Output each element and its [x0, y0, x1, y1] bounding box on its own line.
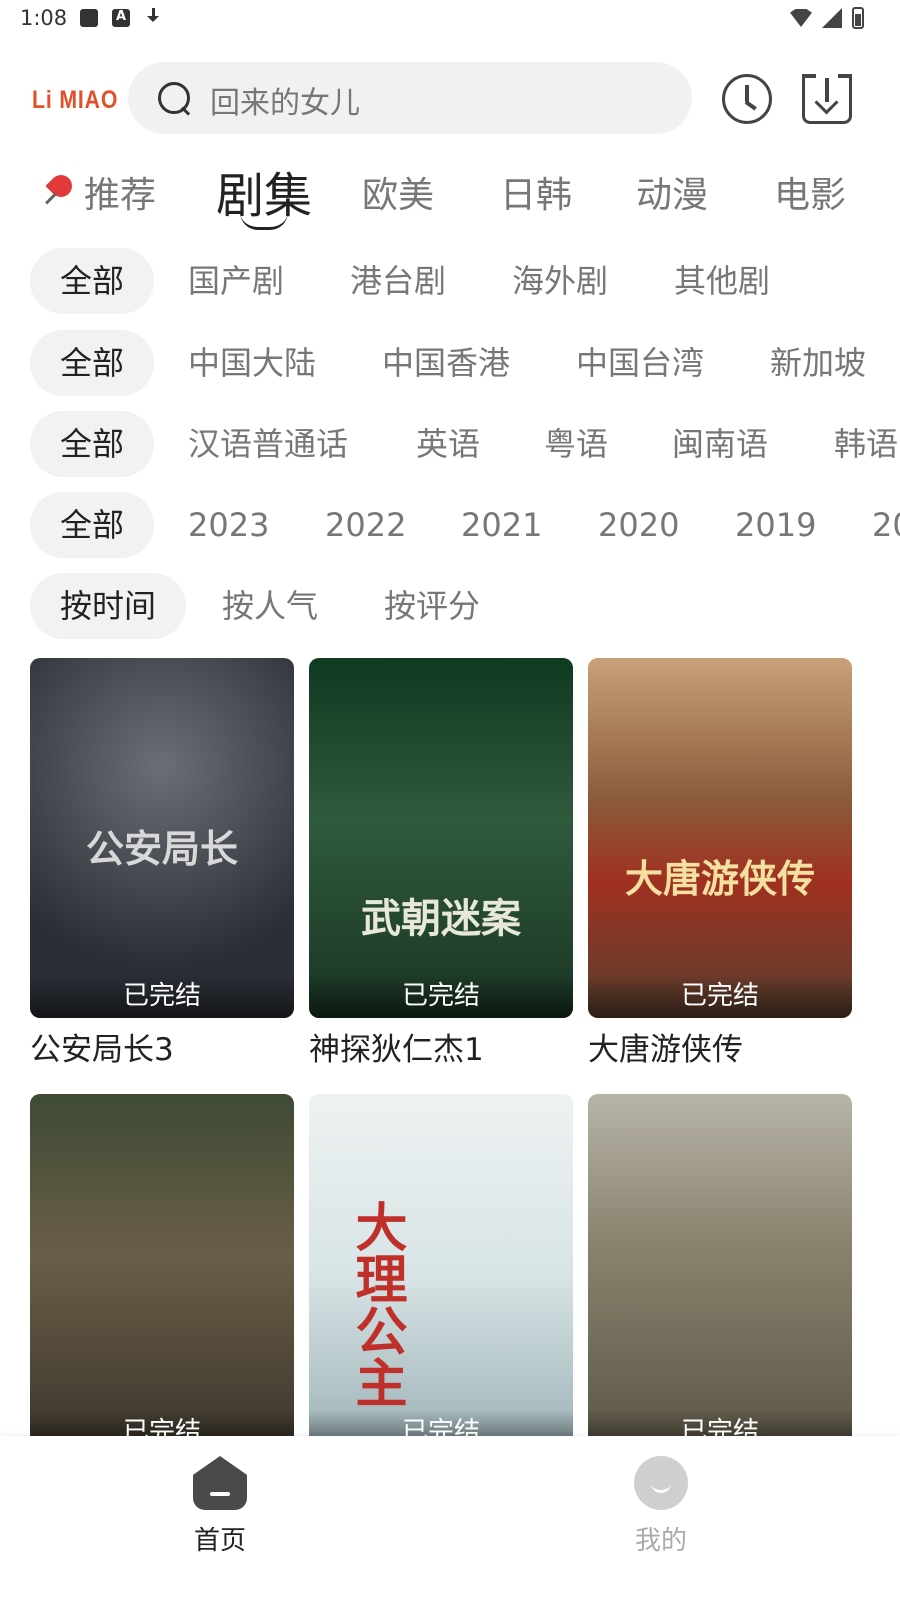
poster-art-text: 公安局长: [85, 826, 238, 871]
filter-chip[interactable]: 闽南语: [672, 411, 768, 477]
download-icon[interactable]: [802, 74, 852, 124]
poster-art-text: 武朝迷案: [361, 895, 521, 942]
media-card[interactable]: 已完结: [30, 1094, 294, 1454]
poster-image: 大理公主 已完结: [309, 1094, 573, 1454]
search-bar[interactable]: 回来的女儿: [128, 62, 692, 134]
signal-icon: [822, 8, 842, 28]
filter-chip[interactable]: 2019: [735, 492, 816, 558]
tab-anime[interactable]: 动漫: [636, 166, 708, 218]
status-badge: 已完结: [30, 974, 294, 1018]
header: Li MIAO 回来的女儿: [0, 62, 900, 136]
download-icon-part: [838, 74, 852, 78]
filter-chip[interactable]: 新加坡: [770, 330, 866, 396]
filter-chip[interactable]: 2022: [325, 492, 406, 558]
category-tabs: 推荐 剧集 欧美 日韩 动漫 电影: [0, 160, 900, 230]
filter-chip[interactable]: 全部: [30, 492, 155, 558]
status-badge: 已完结: [588, 974, 852, 1018]
filter-chip[interactable]: 全部: [30, 411, 155, 477]
filter-chip[interactable]: 韩语: [834, 411, 898, 477]
filter-chip[interactable]: 港台剧: [350, 248, 446, 314]
media-card[interactable]: 武朝迷案 已完结 神探狄仁杰1: [309, 658, 573, 1069]
card-title: 大唐游侠传: [588, 1032, 743, 1068]
poster-image: 武朝迷案 已完结: [309, 658, 573, 1018]
filter-chip[interactable]: 国产剧: [188, 248, 284, 314]
a-notification-icon: [112, 9, 130, 27]
media-card[interactable]: 大理公主 已完结: [309, 1094, 573, 1454]
filter-chip[interactable]: 2023: [188, 492, 269, 558]
sort-chip[interactable]: 按人气: [222, 573, 318, 639]
media-card[interactable]: 公安局长 已完结 公安局长3: [30, 658, 294, 1069]
filter-row-type: 全部 国产剧 港台剧 海外剧 其他剧: [0, 248, 900, 314]
tab-movie[interactable]: 电影: [774, 166, 846, 218]
system-icons: [790, 7, 864, 29]
filter-chip[interactable]: 2020: [598, 492, 679, 558]
filter-chip[interactable]: 全部: [30, 248, 155, 314]
filter-chip[interactable]: 中国香港: [382, 330, 510, 396]
search-placeholder: 回来的女儿: [210, 86, 360, 121]
filter-chip[interactable]: 其他剧: [674, 248, 770, 314]
tab-recommend[interactable]: 推荐: [40, 166, 156, 218]
poster-image: 已完结: [30, 1094, 294, 1454]
image-notification-icon: [80, 9, 98, 27]
filter-chip[interactable]: 汉语普通话: [188, 411, 348, 477]
poster-art-text: 大理公主: [346, 1200, 407, 1408]
filter-row-region: 全部 中国大陆 中国香港 中国台湾 新加坡: [0, 330, 900, 396]
nav-home-label: 首页: [193, 1526, 246, 1556]
media-card[interactable]: 已完结: [588, 1094, 852, 1454]
filter-row-sort: 按时间 按人气 按评分: [0, 573, 900, 639]
poster-image: 大唐游侠传 已完结: [588, 658, 852, 1018]
search-icon: [156, 80, 192, 116]
app-logo: Li MIAO: [32, 86, 119, 114]
poster-image: 公安局长 已完结: [30, 658, 294, 1018]
pin-icon: [40, 171, 80, 211]
filter-chip[interactable]: 2018: [872, 492, 900, 558]
wifi-icon: [790, 9, 812, 27]
download-icon-part: [802, 74, 816, 78]
poster-art-text: 大唐游侠传: [624, 856, 815, 901]
nav-home[interactable]: 首页: [160, 1456, 280, 1557]
battery-icon: [852, 7, 864, 29]
media-card[interactable]: 大唐游侠传 已完结 大唐游侠传: [588, 658, 852, 1069]
filter-row-language: 全部 汉语普通话 英语 粤语 闽南语 韩语: [0, 411, 900, 477]
nav-profile-label: 我的: [634, 1526, 687, 1556]
download-notification-icon: [144, 8, 162, 28]
card-title: 公安局长3: [30, 1032, 174, 1068]
notification-icons: [80, 8, 162, 28]
sort-chip[interactable]: 按评分: [384, 573, 480, 639]
filter-chip[interactable]: 海外剧: [512, 248, 608, 314]
tab-western[interactable]: 欧美: [362, 166, 434, 218]
nav-profile[interactable]: 我的: [601, 1456, 721, 1557]
filter-chip[interactable]: 粤语: [544, 411, 608, 477]
status-bar: 1:08: [0, 0, 900, 36]
home-icon: [193, 1456, 247, 1510]
filter-chip[interactable]: 2021: [461, 492, 542, 558]
filter-chip[interactable]: 中国大陆: [188, 330, 316, 396]
filter-chip[interactable]: 英语: [416, 411, 480, 477]
filter-chip[interactable]: 全部: [30, 330, 155, 396]
filter-chip[interactable]: 中国台湾: [576, 330, 704, 396]
status-time: 1:08: [20, 6, 68, 30]
bottom-navigation: 首页 我的: [0, 1436, 900, 1600]
tab-japan-korea[interactable]: 日韩: [500, 166, 572, 218]
poster-image: 已完结: [588, 1094, 852, 1454]
filter-row-year: 全部 2023 2022 2021 2020 2019 2018: [0, 492, 900, 558]
profile-icon: [634, 1456, 688, 1510]
sort-chip[interactable]: 按时间: [30, 573, 187, 639]
history-clock-icon[interactable]: [722, 74, 772, 124]
status-badge: 已完结: [309, 974, 573, 1018]
card-title: 神探狄仁杰1: [309, 1032, 484, 1068]
